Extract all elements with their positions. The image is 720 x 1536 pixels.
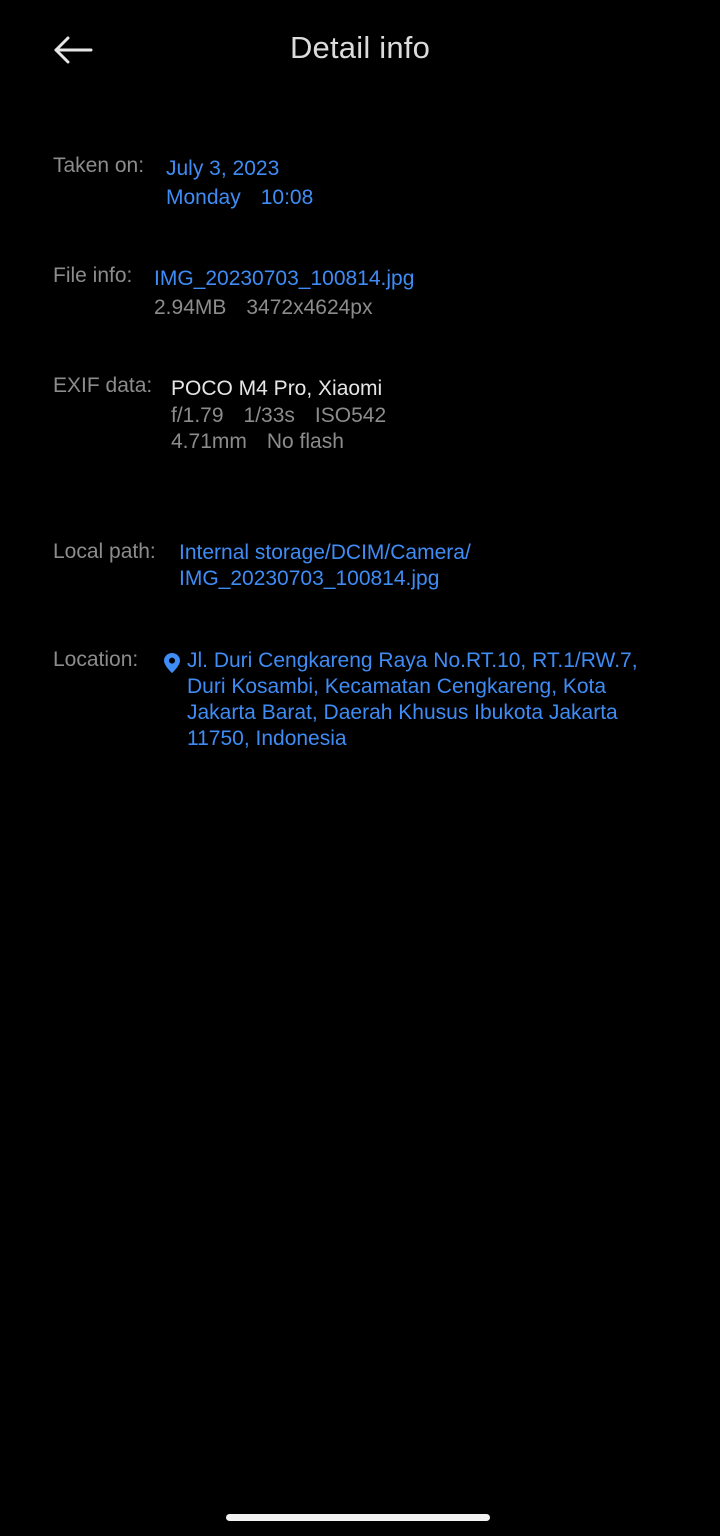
file-size-resolution: 2.94MB 3472x4624px xyxy=(154,293,414,322)
taken-on-label: Taken on: xyxy=(53,154,145,177)
exif-exposure: f/1.79 1/33s ISO542 xyxy=(171,403,386,429)
local-path-line1: Internal storage/DCIM/Camera/ xyxy=(179,541,471,564)
taken-on-date: July 3, 2023 xyxy=(166,157,280,180)
exif-device: POCO M4 Pro, Xiaomi xyxy=(171,377,383,400)
file-name[interactable]: IMG_20230703_100814.jpg xyxy=(154,264,414,293)
taken-on-time: 10:08 xyxy=(260,186,314,209)
file-size: 2.94MB xyxy=(154,296,227,319)
taken-on-day-time: Monday 10:08 xyxy=(166,183,313,212)
location-line4: 11750, Indonesia xyxy=(187,727,347,750)
location-line1: Jl. Duri Cengkareng Raya No.RT.10, RT.1/… xyxy=(187,649,638,672)
exif-focal-length: 4.71mm xyxy=(171,430,247,453)
file-info-label: File info: xyxy=(53,264,133,287)
exif-flash: No flash xyxy=(266,430,344,453)
exif-lens: 4.71mm No flash xyxy=(171,429,386,455)
location-label: Location: xyxy=(53,648,139,671)
exif-aperture: f/1.79 xyxy=(171,404,224,427)
exif-iso: ISO542 xyxy=(314,404,387,427)
location-value[interactable]: Jl. Duri Cengkareng Raya No.RT.10, RT.1/… xyxy=(187,648,638,752)
header-bar: Detail info xyxy=(0,0,720,100)
home-indicator[interactable] xyxy=(226,1514,490,1521)
local-path-line2: IMG_20230703_100814.jpg xyxy=(179,567,440,590)
local-path-label: Local path: xyxy=(53,540,156,563)
file-info-value: IMG_20230703_100814.jpg 2.94MB 3472x4624p… xyxy=(154,264,414,322)
local-path-value[interactable]: Internal storage/DCIM/Camera/ IMG_202307… xyxy=(179,540,471,592)
taken-on-value[interactable]: July 3, 2023 Monday 10:08 xyxy=(166,154,313,212)
exif-value: POCO M4 Pro, Xiaomi f/1.79 1/33s ISO542 4.… xyxy=(171,374,386,455)
location-pin-wrap xyxy=(164,648,182,678)
location-pin-icon xyxy=(164,653,180,673)
location-line3: Jakarta Barat, Daerah Khusus Ibukota Jak… xyxy=(187,701,618,724)
file-resolution: 3472x4624px xyxy=(246,296,373,319)
taken-on-weekday: Monday xyxy=(166,186,241,209)
location-line2: Duri Kosambi, Kecamatan Cengkareng, Kota xyxy=(187,675,607,698)
exif-label: EXIF data: xyxy=(53,374,153,397)
page-title: Detail info xyxy=(289,30,431,65)
exif-shutter: 1/33s xyxy=(243,404,295,427)
